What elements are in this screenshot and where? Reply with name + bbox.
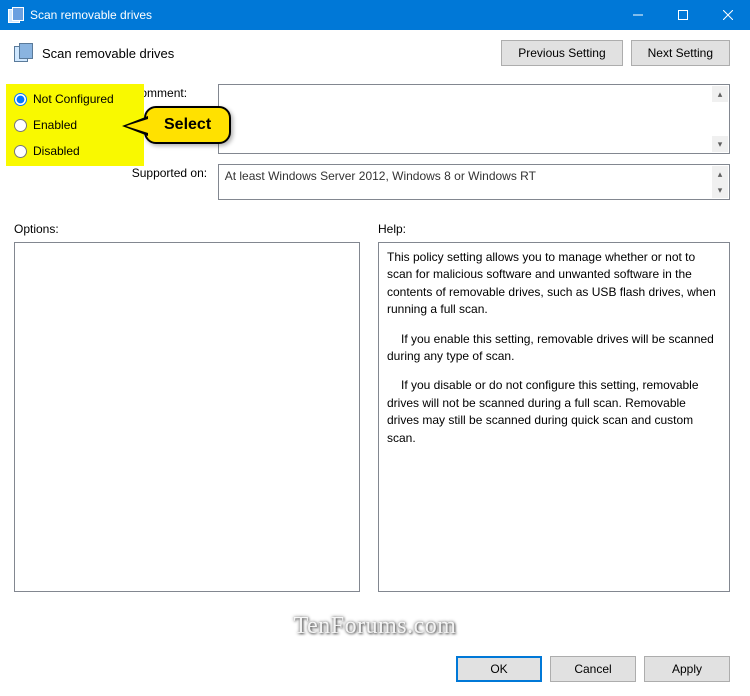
callout-text: Select (164, 116, 211, 133)
radio-enabled-input[interactable] (14, 119, 27, 132)
next-setting-button[interactable]: Next Setting (631, 40, 730, 66)
supported-on-value: At least Windows Server 2012, Windows 8 … (225, 169, 536, 183)
titlebar: Scan removable drives (0, 0, 750, 30)
watermark: TenForums.com (294, 613, 457, 640)
policy-icon (8, 7, 24, 23)
options-pane (14, 242, 360, 592)
ok-button[interactable]: OK (456, 656, 542, 682)
help-paragraph: If you enable this setting, removable dr… (387, 331, 721, 366)
supported-on-label: Supported on: (132, 164, 210, 180)
page-title: Scan removable drives (42, 46, 493, 61)
select-callout: Select (144, 106, 231, 144)
options-label: Options: (14, 222, 360, 236)
help-paragraph: If you disable or do not configure this … (387, 377, 721, 447)
maximize-button[interactable] (660, 0, 705, 30)
window-title: Scan removable drives (30, 8, 615, 22)
scroll-down-icon[interactable]: ▾ (712, 182, 728, 198)
help-pane: This policy setting allows you to manage… (378, 242, 730, 592)
footer-buttons: OK Cancel Apply (456, 656, 730, 682)
previous-setting-button[interactable]: Previous Setting (501, 40, 622, 66)
radio-disabled[interactable]: Disabled (14, 144, 114, 158)
state-radio-group: Not Configured Enabled Disabled Select (14, 84, 122, 166)
apply-button[interactable]: Apply (644, 656, 730, 682)
policy-icon (14, 43, 34, 63)
content: Not Configured Enabled Disabled Select (0, 66, 750, 592)
window-controls (615, 0, 750, 30)
radio-label: Not Configured (33, 92, 114, 106)
scroll-up-icon[interactable]: ▴ (712, 166, 728, 182)
close-button[interactable] (705, 0, 750, 30)
header: Scan removable drives Previous Setting N… (0, 30, 750, 66)
radio-not-configured[interactable]: Not Configured (14, 92, 114, 106)
radio-not-configured-input[interactable] (14, 93, 27, 106)
supported-on-field: At least Windows Server 2012, Windows 8 … (218, 164, 730, 200)
cancel-button[interactable]: Cancel (550, 656, 636, 682)
comment-textarea[interactable]: ▴ ▾ (218, 84, 730, 154)
scroll-up-icon[interactable]: ▴ (712, 86, 728, 102)
radio-label: Disabled (33, 144, 80, 158)
minimize-button[interactable] (615, 0, 660, 30)
help-paragraph: This policy setting allows you to manage… (387, 249, 721, 319)
radio-enabled[interactable]: Enabled (14, 118, 114, 132)
help-label: Help: (378, 222, 406, 236)
radio-disabled-input[interactable] (14, 145, 27, 158)
scroll-down-icon[interactable]: ▾ (712, 136, 728, 152)
radio-label: Enabled (33, 118, 77, 132)
